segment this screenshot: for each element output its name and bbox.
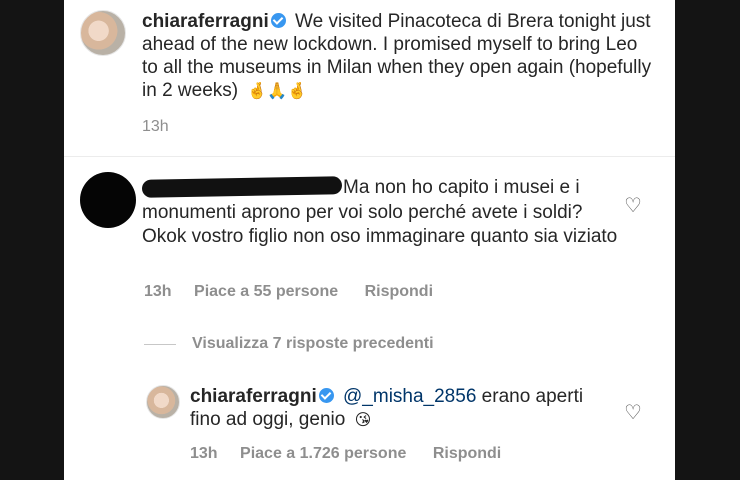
verified-badge-icon bbox=[318, 388, 334, 403]
reply-time[interactable]: 13h bbox=[190, 445, 218, 462]
comments-panel: chiaraferragni We visited Pinacoteca di … bbox=[64, 0, 675, 480]
reply-meta: 13h Piace a 1.726 persone Rispondi bbox=[190, 445, 501, 463]
comment-meta: 13h Piace a 55 persone Rispondi bbox=[144, 283, 433, 301]
view-replies-line bbox=[144, 343, 176, 345]
comment-text-rest: monumenti aprono per voi solo perché ave… bbox=[142, 201, 618, 248]
view-replies-button[interactable]: Visualizza 7 risposte precedenti bbox=[144, 335, 434, 353]
commenter-avatar-redacted bbox=[80, 172, 136, 228]
comment-text-line1: Ma non ho capito i musei e i bbox=[343, 177, 580, 198]
reply-likes[interactable]: Piace a 1.726 persone bbox=[240, 445, 406, 462]
reply-reply-button[interactable]: Rispondi bbox=[433, 445, 501, 462]
verified-badge-icon bbox=[270, 13, 286, 28]
view-replies-label: Visualizza 7 risposte precedenti bbox=[192, 335, 434, 352]
caption-username[interactable]: chiaraferragni bbox=[142, 11, 269, 32]
reply-username[interactable]: chiaraferragni bbox=[190, 386, 317, 407]
reply-mention[interactable]: @_misha_2856 bbox=[343, 386, 476, 407]
caption-avatar[interactable] bbox=[80, 10, 126, 56]
divider bbox=[64, 156, 675, 157]
reply-avatar[interactable] bbox=[146, 385, 180, 419]
caption-text: chiaraferragni We visited Pinacoteca di … bbox=[142, 10, 652, 102]
caption-emojis: 🤞🙏🤞 bbox=[247, 81, 308, 100]
comment-likes[interactable]: Piace a 55 persone bbox=[194, 283, 338, 300]
caption-time[interactable]: 13h bbox=[142, 118, 169, 136]
comment-reply-button[interactable]: Rispondi bbox=[365, 283, 433, 300]
like-heart-icon[interactable]: ♡ bbox=[622, 194, 644, 216]
comment-time[interactable]: 13h bbox=[144, 283, 172, 300]
comment-text: Ma non ho capito i musei e i monumenti a… bbox=[142, 176, 622, 250]
reply-text: chiaraferragni @_misha_2856 erano aperti… bbox=[190, 385, 610, 431]
reply-like-heart-icon[interactable]: ♡ bbox=[622, 401, 644, 423]
reply-emoji: 😘 bbox=[354, 410, 372, 429]
